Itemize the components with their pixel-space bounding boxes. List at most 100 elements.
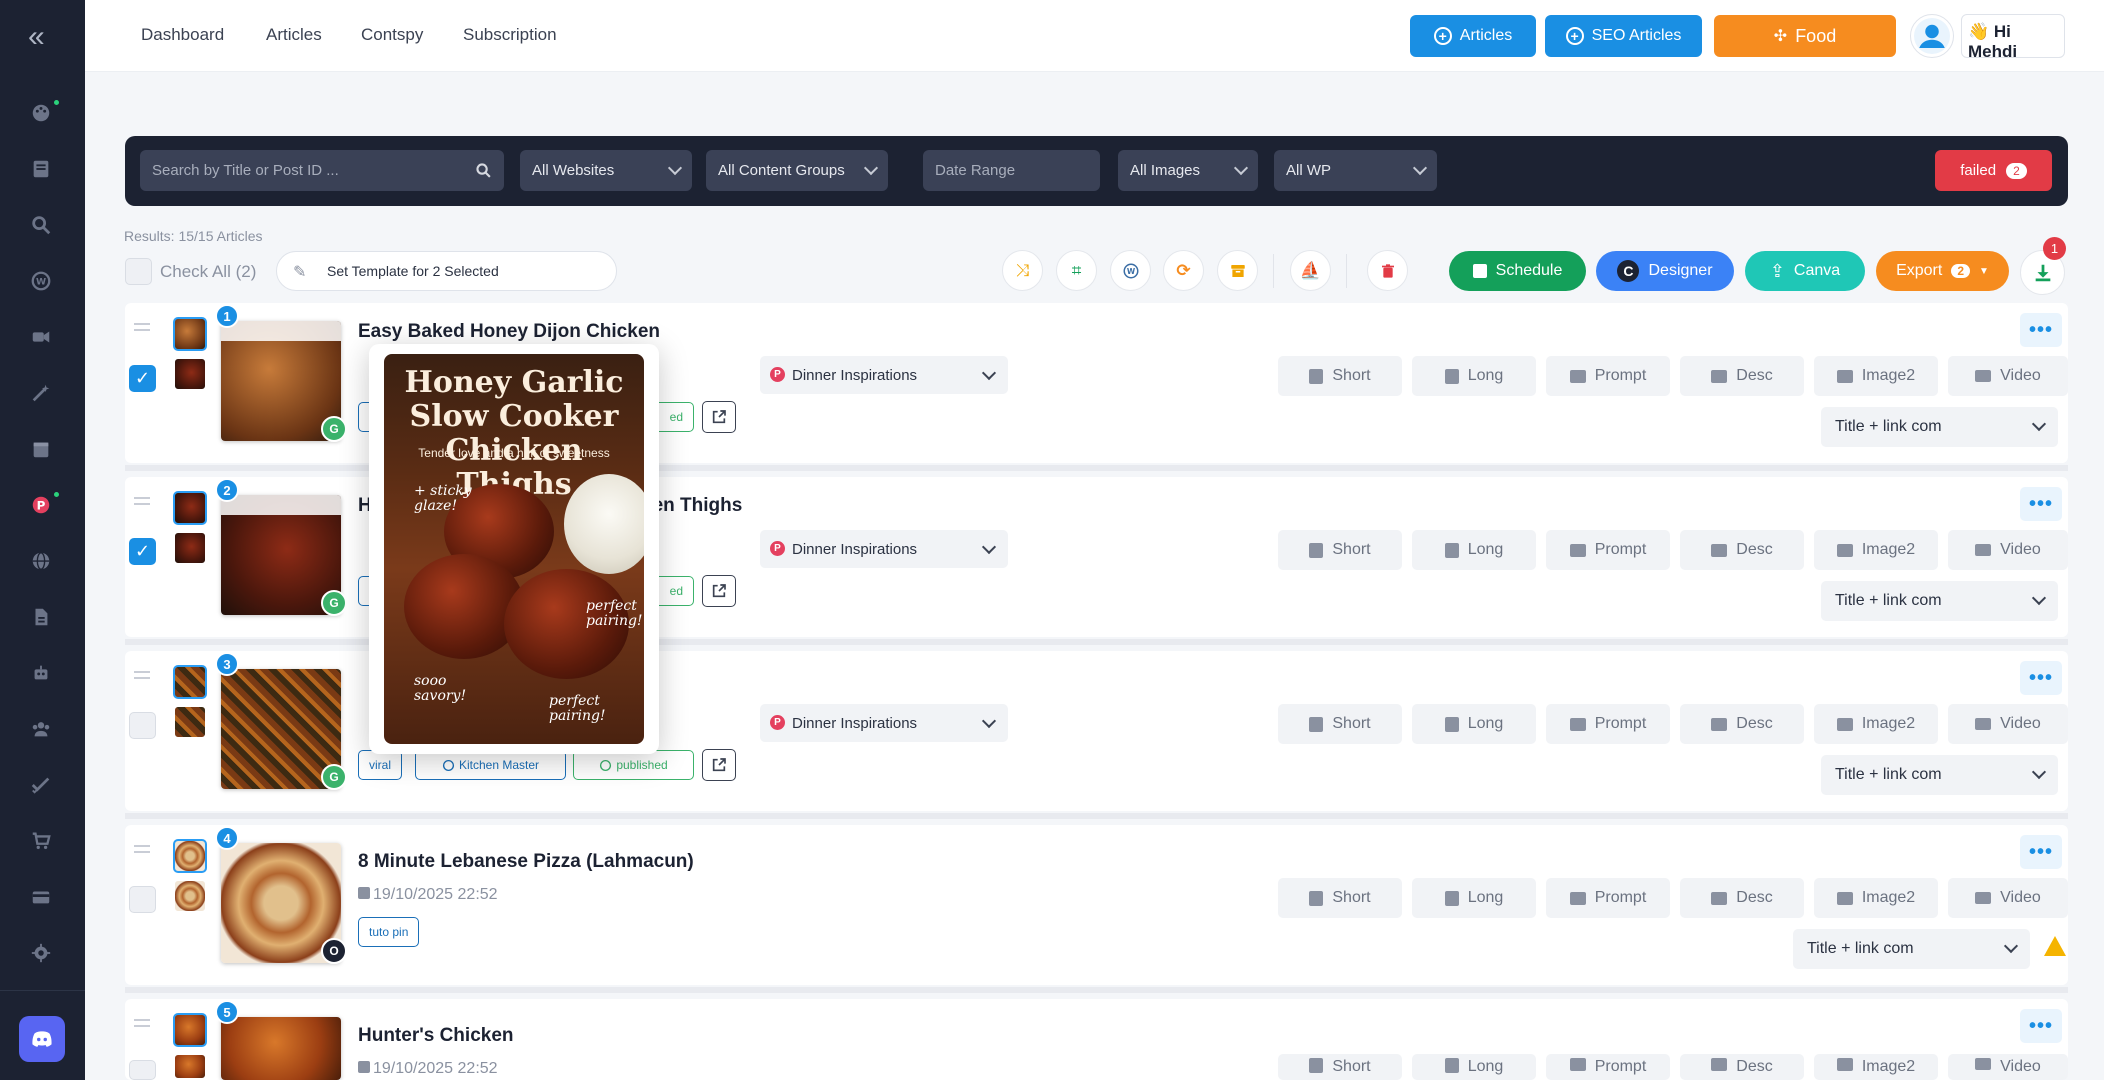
- video-button[interactable]: Video: [1948, 878, 2068, 918]
- nav-dashboard[interactable]: Dashboard: [141, 25, 224, 45]
- short-button[interactable]: Short: [1278, 1054, 1402, 1080]
- image-variant-thumb[interactable]: [173, 531, 207, 565]
- set-template-button[interactable]: ✎ Set Template for 2 Selected: [276, 251, 617, 291]
- short-button[interactable]: Short: [1278, 878, 1402, 918]
- drag-handle-icon[interactable]: [134, 323, 150, 335]
- shuffle-icon[interactable]: ⤨: [1002, 250, 1043, 291]
- images-select[interactable]: All Images: [1118, 150, 1258, 191]
- magic-wand-icon[interactable]: [28, 380, 54, 406]
- food-button[interactable]: ✣ Food: [1714, 15, 1896, 57]
- image2-button[interactable]: Image2: [1814, 1054, 1938, 1080]
- crop-icon[interactable]: ⌗: [1056, 250, 1097, 291]
- short-button[interactable]: Short: [1278, 530, 1402, 570]
- drag-handle-icon[interactable]: [134, 497, 150, 509]
- image-variant-thumb[interactable]: [173, 879, 207, 913]
- search-icon[interactable]: [28, 212, 54, 238]
- image-variant-thumb[interactable]: [173, 317, 207, 351]
- drag-handle-icon[interactable]: [134, 845, 150, 857]
- pinterest-icon[interactable]: P: [28, 492, 54, 518]
- palette-icon[interactable]: [28, 100, 54, 126]
- short-button[interactable]: Short: [1278, 356, 1402, 396]
- nav-contspy[interactable]: Contspy: [361, 25, 423, 45]
- image-variant-thumb[interactable]: [173, 705, 207, 739]
- content-groups-select[interactable]: All Content Groups: [706, 150, 888, 191]
- image2-button[interactable]: Image2: [1814, 530, 1938, 570]
- more-options-button[interactable]: •••: [2020, 835, 2062, 869]
- trash-icon[interactable]: [1367, 250, 1408, 291]
- settings-icon[interactable]: [28, 940, 54, 966]
- refresh-icon[interactable]: ⟳: [1163, 250, 1204, 291]
- drag-handle-icon[interactable]: [134, 671, 150, 683]
- archive-icon[interactable]: [1217, 250, 1258, 291]
- more-options-button[interactable]: •••: [2020, 313, 2062, 347]
- cart-icon[interactable]: [28, 828, 54, 854]
- long-button[interactable]: Long: [1412, 530, 1536, 570]
- wordpress-icon[interactable]: W: [28, 268, 54, 294]
- users-icon[interactable]: [28, 716, 54, 742]
- document-icon[interactable]: [28, 604, 54, 630]
- websites-select[interactable]: All Websites: [520, 150, 692, 191]
- search-input[interactable]: Search by Title or Post ID ...: [140, 150, 504, 191]
- canva-button[interactable]: ⇪ Canva: [1745, 251, 1865, 291]
- check-all-checkbox[interactable]: [125, 258, 152, 285]
- wp-select[interactable]: All WP: [1274, 150, 1437, 191]
- prompt-button[interactable]: Prompt: [1546, 878, 1670, 918]
- article-thumbnail[interactable]: [221, 1017, 341, 1080]
- credit-card-icon[interactable]: [28, 884, 54, 910]
- designer-button[interactable]: C Designer: [1596, 251, 1734, 291]
- video-button[interactable]: Video: [1948, 356, 2068, 396]
- calendar-icon[interactable]: [28, 436, 54, 462]
- video-button[interactable]: Video: [1948, 530, 2068, 570]
- desc-button[interactable]: Desc: [1680, 704, 1804, 744]
- template-select[interactable]: Title + link com: [1821, 755, 2058, 795]
- image-variant-thumb[interactable]: [173, 839, 207, 873]
- desc-button[interactable]: Desc: [1680, 878, 1804, 918]
- globe-icon[interactable]: [28, 548, 54, 574]
- image-variant-thumb[interactable]: [173, 1013, 207, 1047]
- prompt-button[interactable]: Prompt: [1546, 1054, 1670, 1080]
- long-button[interactable]: Long: [1412, 878, 1536, 918]
- robot-icon[interactable]: [28, 660, 54, 686]
- schedule-button[interactable]: Schedule: [1449, 251, 1586, 291]
- wordpress-icon[interactable]: W: [1110, 250, 1151, 291]
- external-link-icon[interactable]: [702, 575, 736, 607]
- check-all-label[interactable]: Check All (2): [160, 262, 256, 282]
- prompt-button[interactable]: Prompt: [1546, 530, 1670, 570]
- video-button[interactable]: Video: [1948, 704, 2068, 744]
- user-avatar[interactable]: [1910, 14, 1954, 58]
- prompt-button[interactable]: Prompt: [1546, 356, 1670, 396]
- desc-button[interactable]: Desc: [1680, 530, 1804, 570]
- nav-subscription[interactable]: Subscription: [463, 25, 557, 45]
- image2-button[interactable]: Image2: [1814, 878, 1938, 918]
- row-checkbox[interactable]: [129, 886, 156, 913]
- long-button[interactable]: Long: [1412, 356, 1536, 396]
- image-variant-thumb[interactable]: [173, 357, 207, 391]
- row-checkbox[interactable]: [129, 1060, 156, 1080]
- drag-handle-icon[interactable]: [134, 1019, 150, 1031]
- new-seo-article-button[interactable]: + SEO Articles: [1545, 15, 1702, 57]
- long-button[interactable]: Long: [1412, 1054, 1536, 1080]
- video-button[interactable]: Video: [1948, 1054, 2068, 1080]
- article-title[interactable]: 8 Minute Lebanese Pizza (Lahmacun): [358, 851, 694, 873]
- ai-sail-icon[interactable]: ⛵: [1290, 250, 1331, 291]
- image-variant-thumb[interactable]: [173, 665, 207, 699]
- more-options-button[interactable]: •••: [2020, 487, 2062, 521]
- checklist-icon[interactable]: [28, 772, 54, 798]
- failed-filter-button[interactable]: failed 2: [1935, 150, 2052, 191]
- image2-button[interactable]: Image2: [1814, 356, 1938, 396]
- external-link-icon[interactable]: [702, 749, 736, 781]
- export-button[interactable]: Export 2 ▼: [1876, 251, 2009, 291]
- collapse-sidebar-icon[interactable]: «: [28, 22, 45, 52]
- nav-articles[interactable]: Articles: [266, 25, 322, 45]
- desc-button[interactable]: Desc: [1680, 356, 1804, 396]
- row-checkbox[interactable]: ✓: [129, 538, 156, 565]
- pinterest-board-select[interactable]: P Dinner Inspirations: [760, 356, 1008, 394]
- pinterest-board-select[interactable]: P Dinner Inspirations: [760, 704, 1008, 742]
- external-link-icon[interactable]: [702, 401, 736, 433]
- date-range-input[interactable]: Date Range: [923, 150, 1100, 191]
- short-button[interactable]: Short: [1278, 704, 1402, 744]
- desc-button[interactable]: Desc: [1680, 1054, 1804, 1080]
- discord-icon[interactable]: [19, 1016, 65, 1062]
- template-select[interactable]: Title + link com: [1793, 929, 2030, 969]
- long-button[interactable]: Long: [1412, 704, 1536, 744]
